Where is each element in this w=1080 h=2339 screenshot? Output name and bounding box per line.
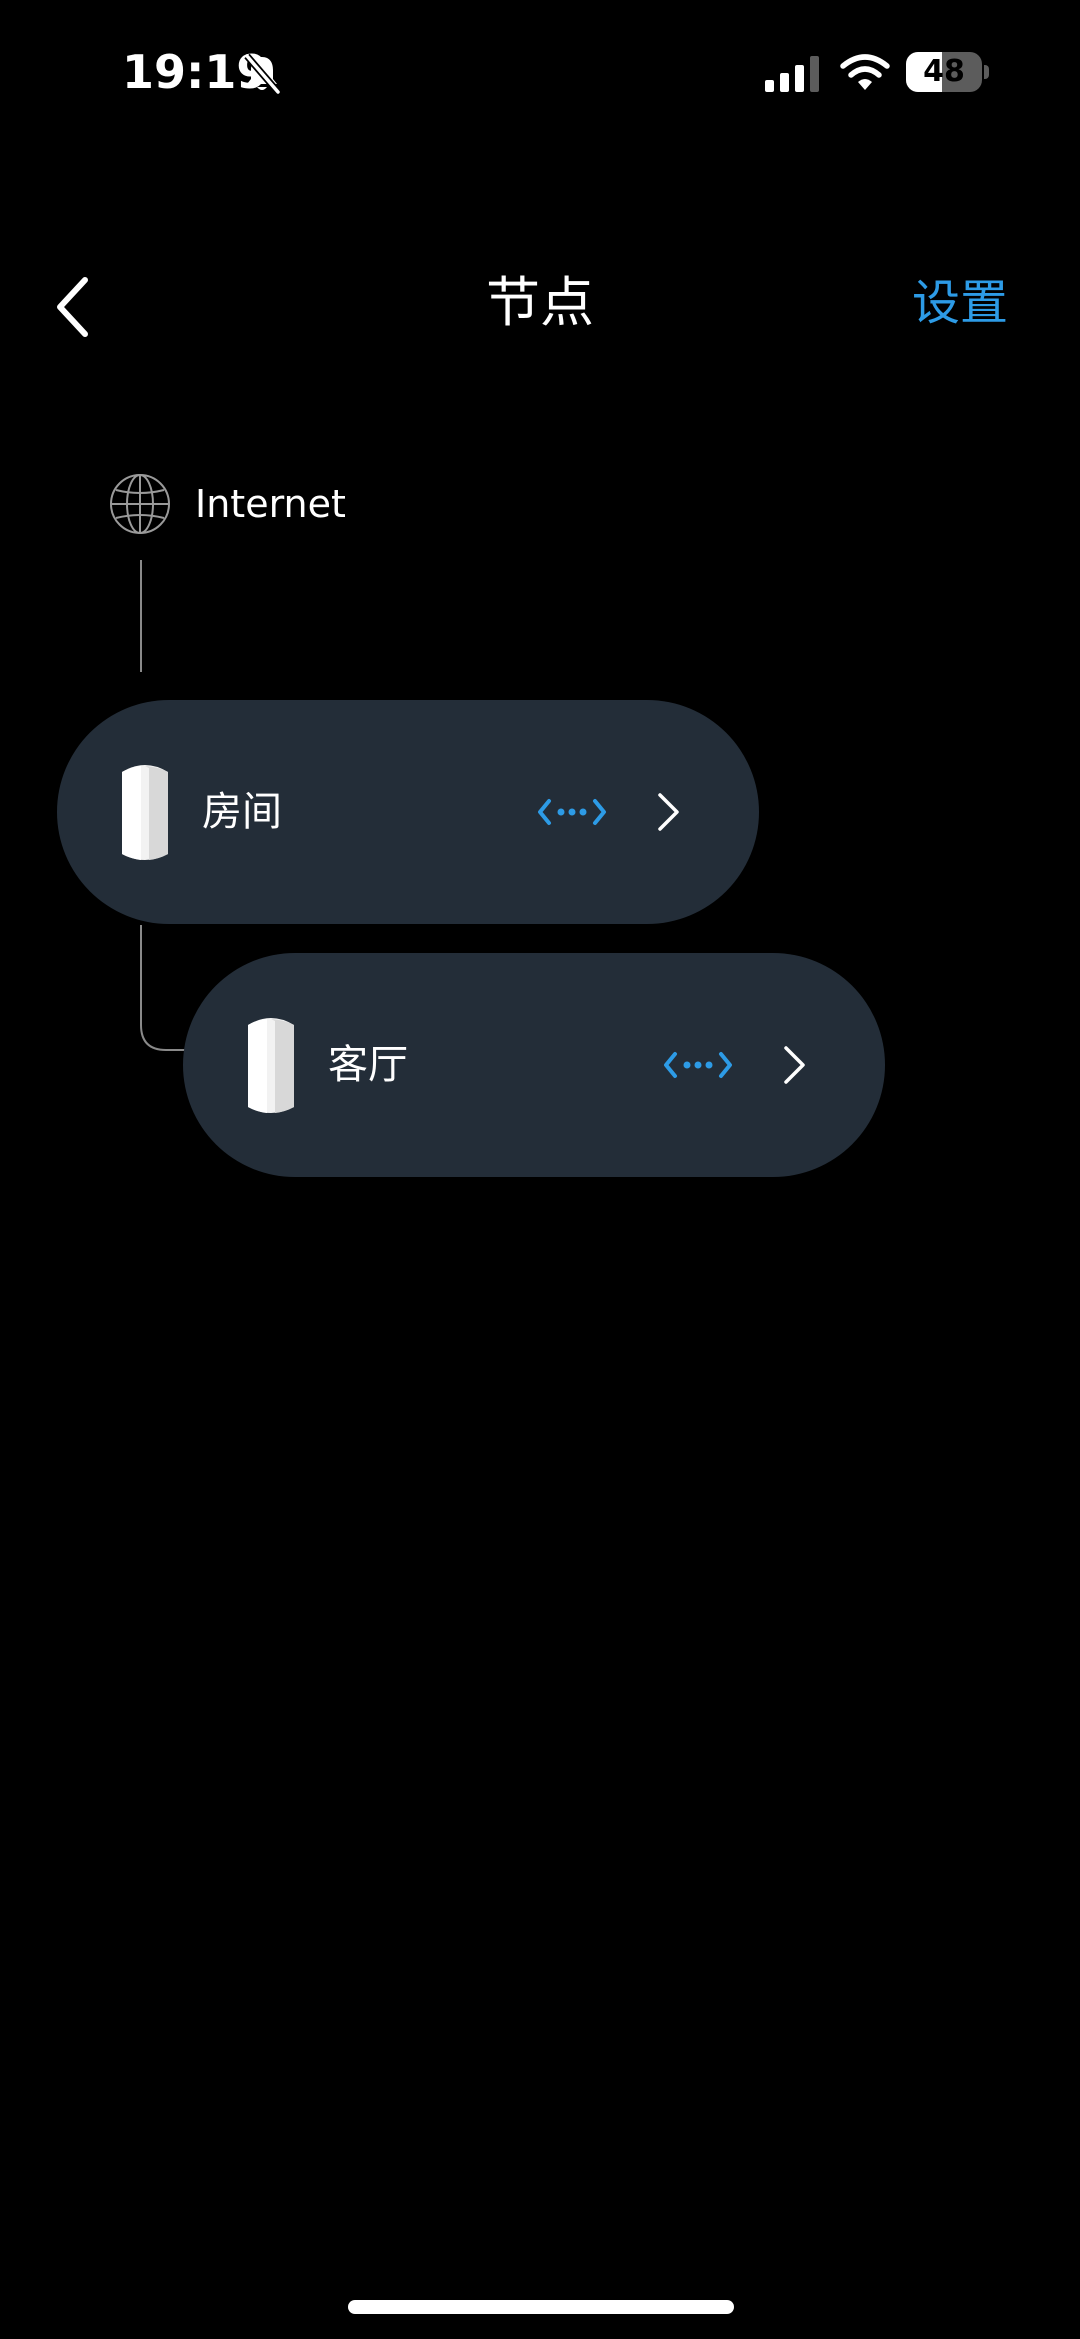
chevron-right-icon [784, 1046, 805, 1084]
bell-slash-icon [244, 53, 281, 95]
router-node-icon [248, 1018, 294, 1113]
status-bar: 19:19 48 [0, 0, 1080, 150]
battery-percent: 48 [923, 54, 965, 89]
node-name: 客厅 [328, 1042, 408, 1088]
router-node-icon [122, 765, 168, 860]
chevron-right-icon [658, 793, 679, 831]
settings-button[interactable]: 设置 [912, 270, 1008, 336]
battery-cap [984, 65, 989, 79]
page-title: 节点 [486, 271, 594, 334]
connection-dots-icon [664, 1052, 732, 1078]
internet-label: Internet [195, 482, 346, 526]
wifi-icon [840, 54, 890, 90]
node-name: 房间 [202, 789, 282, 835]
globe-icon [110, 474, 170, 534]
back-button[interactable] [40, 262, 110, 352]
node-card-2[interactable]: 客厅 [183, 953, 885, 1177]
node-card-1[interactable]: 房间 [57, 700, 759, 924]
battery-icon: 48 [906, 52, 982, 92]
chevron-left-icon [57, 277, 88, 337]
connection-dots-icon [538, 799, 606, 825]
node-to-node-line [140, 925, 185, 1051]
home-indicator[interactable] [348, 2300, 734, 2314]
cellular-signal-icon [765, 56, 819, 92]
